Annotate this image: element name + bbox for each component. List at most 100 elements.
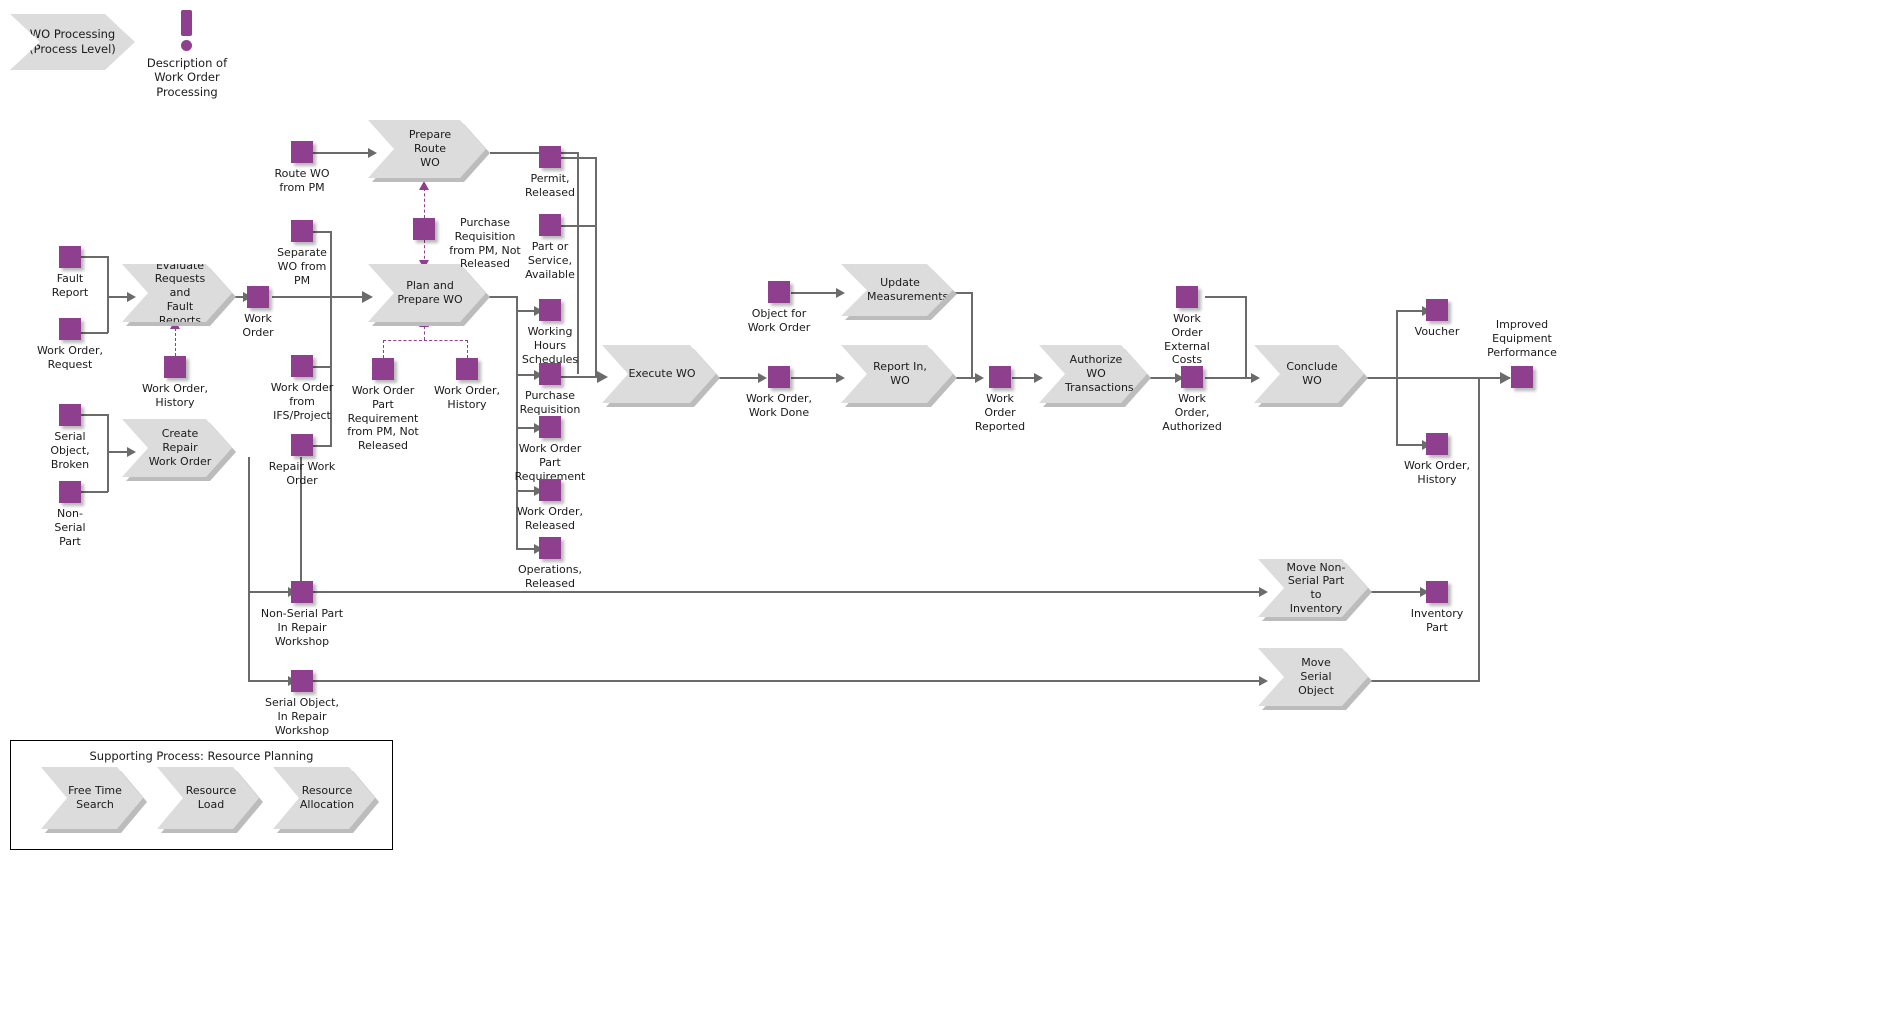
connector-dashed bbox=[175, 328, 176, 356]
connector bbox=[490, 152, 578, 154]
object-label: Fault Report bbox=[51, 272, 89, 299]
data-object-icon bbox=[291, 141, 313, 163]
data-object-icon bbox=[372, 358, 394, 380]
object-label: Work Order bbox=[242, 312, 274, 339]
arrowhead-icon bbox=[1251, 373, 1260, 383]
connector bbox=[971, 292, 973, 377]
data-object-icon bbox=[291, 220, 313, 242]
data-object-icon bbox=[59, 404, 81, 426]
data-object-icon bbox=[291, 581, 313, 603]
process-label: Report In, WO bbox=[873, 360, 927, 387]
object-label: Object for Work Order bbox=[747, 307, 811, 334]
exclamation-dot-icon bbox=[181, 40, 192, 51]
process-label: Plan and Prepare WO bbox=[397, 279, 463, 306]
object-label: Voucher bbox=[1414, 325, 1460, 338]
object-label: Work Order, Work Done bbox=[745, 392, 813, 419]
connector-dashed bbox=[383, 340, 468, 341]
process-label: Resource Load bbox=[185, 784, 237, 811]
arrowhead-icon bbox=[368, 148, 377, 158]
object-label: Non-Serial Part In Repair Workshop bbox=[260, 607, 344, 648]
arrowhead-icon bbox=[419, 181, 429, 190]
object-label: Work Order from IFS/Project bbox=[270, 381, 334, 422]
data-object-icon bbox=[768, 281, 790, 303]
connector bbox=[312, 366, 332, 368]
process-label: Resource Allocation bbox=[299, 784, 355, 811]
object-label: Work Order, History bbox=[433, 384, 501, 411]
object-label: Non- Serial Part bbox=[54, 507, 86, 548]
object-label: Work Order, Released bbox=[516, 505, 584, 532]
connector bbox=[80, 332, 108, 334]
arrowhead-icon bbox=[362, 291, 373, 303]
data-object-icon bbox=[247, 286, 269, 308]
connector bbox=[272, 296, 367, 299]
process-label: Prepare Route WO bbox=[408, 128, 452, 169]
process-label: Free Time Search bbox=[68, 784, 122, 811]
connector bbox=[248, 591, 293, 593]
object-label: Route WO from PM bbox=[274, 167, 330, 194]
object-label: Work Order, History bbox=[141, 382, 209, 409]
data-object-icon bbox=[539, 416, 561, 438]
connector bbox=[560, 157, 597, 159]
process-label: Update Measurements bbox=[867, 276, 949, 303]
object-label: Work Order Part Requirement bbox=[514, 442, 586, 483]
connector-dashed bbox=[467, 340, 468, 358]
process-label: Evaluate Requests and Fault Reports bbox=[154, 258, 206, 327]
connector-dashed bbox=[424, 326, 425, 340]
arrowhead-icon bbox=[1500, 372, 1511, 384]
data-object-icon bbox=[1511, 366, 1533, 388]
connector bbox=[1369, 680, 1479, 682]
connector bbox=[80, 491, 108, 493]
data-object-icon bbox=[539, 299, 561, 321]
connector bbox=[1205, 377, 1257, 379]
connector-dashed bbox=[383, 340, 384, 358]
arrowhead-icon bbox=[1034, 373, 1043, 383]
connector bbox=[248, 457, 250, 592]
connector bbox=[312, 231, 332, 233]
arrowhead-icon bbox=[127, 447, 136, 457]
supporting-process-box: Supporting Process: Resource Planning Fr… bbox=[10, 740, 393, 850]
object-label: Inventory Part bbox=[1410, 607, 1464, 634]
process-label: Move Non- Serial Part to Inventory bbox=[1286, 560, 1346, 615]
data-object-icon bbox=[1181, 366, 1203, 388]
data-object-icon bbox=[291, 434, 313, 456]
connector bbox=[80, 256, 108, 258]
connector bbox=[313, 680, 1265, 682]
arrowhead-icon bbox=[1259, 587, 1268, 597]
connector-dashed bbox=[424, 188, 425, 218]
header-process-label: WO Processing (Process Level) bbox=[29, 27, 116, 56]
arrowhead-icon bbox=[836, 288, 845, 298]
arrowhead-icon bbox=[1259, 676, 1268, 686]
connector bbox=[1478, 377, 1480, 682]
arrowhead-icon bbox=[127, 292, 136, 302]
connector bbox=[80, 414, 108, 416]
connector bbox=[791, 292, 841, 294]
data-object-icon bbox=[1426, 299, 1448, 321]
process-flow-diagram: WO Processing (Process Level) Descriptio… bbox=[0, 0, 1880, 1030]
connector bbox=[312, 445, 332, 447]
data-object-icon bbox=[413, 218, 435, 240]
data-object-icon bbox=[164, 356, 186, 378]
process-label: Authorize WO Transactions bbox=[1065, 353, 1134, 394]
data-object-icon bbox=[291, 670, 313, 692]
data-object-icon bbox=[59, 318, 81, 340]
object-label: Working Hours Schedules bbox=[521, 325, 579, 366]
object-label: Purchase Requisition bbox=[519, 389, 581, 416]
connector bbox=[313, 591, 1265, 593]
object-label: Operations, Released bbox=[518, 563, 582, 590]
data-object-icon bbox=[539, 214, 561, 236]
arrowhead-icon bbox=[597, 371, 608, 383]
connector bbox=[1245, 296, 1247, 377]
object-label: Work Order, History bbox=[1403, 459, 1471, 486]
data-object-icon bbox=[59, 246, 81, 268]
object-label: Separate WO from PM bbox=[277, 246, 327, 287]
object-label: Serial Object, In Repair Workshop bbox=[265, 696, 339, 737]
connector bbox=[791, 377, 841, 379]
data-object-icon bbox=[1426, 433, 1448, 455]
object-label: Permit, Released bbox=[525, 172, 575, 199]
object-label: Work Order Reported bbox=[974, 392, 1026, 433]
data-object-icon bbox=[1426, 581, 1448, 603]
object-label: Repair Work Order bbox=[268, 460, 336, 487]
process-label: Conclude WO bbox=[1286, 360, 1338, 387]
arrowhead-icon bbox=[836, 373, 845, 383]
connector bbox=[312, 152, 372, 154]
